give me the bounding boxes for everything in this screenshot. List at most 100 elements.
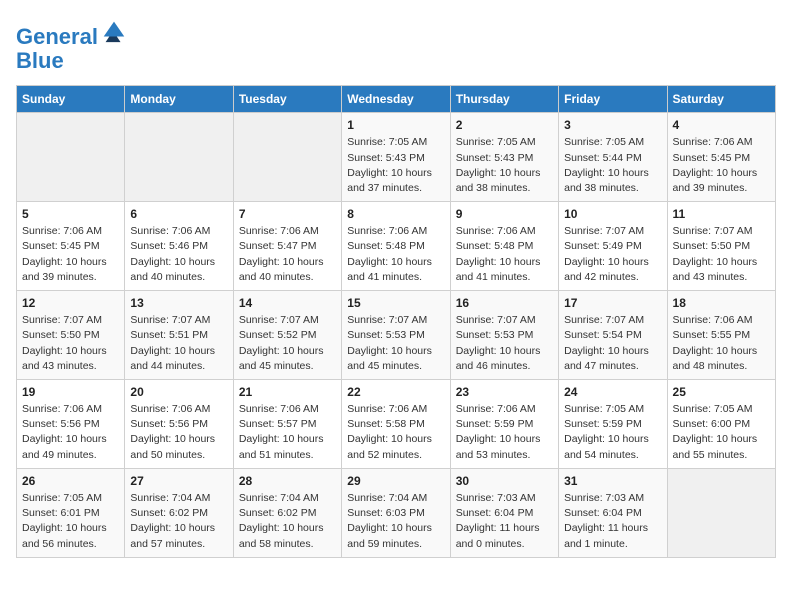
day-info: Sunrise: 7:05 AMSunset: 5:44 PMDaylight:… bbox=[564, 135, 661, 196]
calendar-cell: 10 Sunrise: 7:07 AMSunset: 5:49 PMDayligh… bbox=[559, 202, 667, 291]
day-info: Sunrise: 7:07 AMSunset: 5:51 PMDaylight:… bbox=[130, 313, 227, 374]
day-number: 5 bbox=[22, 207, 119, 221]
logo-text: GeneralBlue bbox=[16, 16, 128, 73]
day-number: 22 bbox=[347, 385, 444, 399]
weekday-header: Saturday bbox=[667, 86, 775, 113]
calendar-cell: 3 Sunrise: 7:05 AMSunset: 5:44 PMDaylight… bbox=[559, 113, 667, 202]
weekday-header: Thursday bbox=[450, 86, 558, 113]
weekday-header: Wednesday bbox=[342, 86, 450, 113]
calendar-cell: 26 Sunrise: 7:05 AMSunset: 6:01 PMDayligh… bbox=[17, 468, 125, 557]
day-info: Sunrise: 7:05 AMSunset: 5:43 PMDaylight:… bbox=[347, 135, 444, 196]
day-number: 7 bbox=[239, 207, 336, 221]
calendar-cell: 31 Sunrise: 7:03 AMSunset: 6:04 PMDayligh… bbox=[559, 468, 667, 557]
day-info: Sunrise: 7:06 AMSunset: 5:58 PMDaylight:… bbox=[347, 402, 444, 463]
calendar-cell: 16 Sunrise: 7:07 AMSunset: 5:53 PMDayligh… bbox=[450, 291, 558, 380]
calendar-cell: 25 Sunrise: 7:05 AMSunset: 6:00 PMDayligh… bbox=[667, 380, 775, 469]
day-number: 3 bbox=[564, 118, 661, 132]
day-number: 24 bbox=[564, 385, 661, 399]
day-info: Sunrise: 7:06 AMSunset: 5:47 PMDaylight:… bbox=[239, 224, 336, 285]
day-info: Sunrise: 7:05 AMSunset: 6:01 PMDaylight:… bbox=[22, 491, 119, 552]
day-number: 8 bbox=[347, 207, 444, 221]
day-info: Sunrise: 7:03 AMSunset: 6:04 PMDaylight:… bbox=[564, 491, 661, 552]
weekday-header: Tuesday bbox=[233, 86, 341, 113]
day-info: Sunrise: 7:06 AMSunset: 5:57 PMDaylight:… bbox=[239, 402, 336, 463]
calendar-cell: 2 Sunrise: 7:05 AMSunset: 5:43 PMDaylight… bbox=[450, 113, 558, 202]
calendar-cell: 17Sunrise: 7:07 AMSunset: 5:54 PMDayligh… bbox=[559, 291, 667, 380]
calendar-cell bbox=[667, 468, 775, 557]
weekday-header: Monday bbox=[125, 86, 233, 113]
day-number: 21 bbox=[239, 385, 336, 399]
day-info: Sunrise: 7:07 AMSunset: 5:53 PMDaylight:… bbox=[456, 313, 553, 374]
day-number: 12 bbox=[22, 296, 119, 310]
calendar-cell: 5 Sunrise: 7:06 AMSunset: 5:45 PMDaylight… bbox=[17, 202, 125, 291]
calendar-cell: 23 Sunrise: 7:06 AMSunset: 5:59 PMDayligh… bbox=[450, 380, 558, 469]
calendar-cell: 14Sunrise: 7:07 AMSunset: 5:52 PMDayligh… bbox=[233, 291, 341, 380]
calendar-cell: 24 Sunrise: 7:05 AMSunset: 5:59 PMDayligh… bbox=[559, 380, 667, 469]
calendar-cell: 13 Sunrise: 7:07 AMSunset: 5:51 PMDayligh… bbox=[125, 291, 233, 380]
day-number: 25 bbox=[673, 385, 770, 399]
day-info: Sunrise: 7:05 AMSunset: 5:43 PMDaylight:… bbox=[456, 135, 553, 196]
calendar-cell: 8 Sunrise: 7:06 AMSunset: 5:48 PMDaylight… bbox=[342, 202, 450, 291]
day-info: Sunrise: 7:07 AMSunset: 5:50 PMDaylight:… bbox=[673, 224, 770, 285]
day-info: Sunrise: 7:06 AMSunset: 5:48 PMDaylight:… bbox=[347, 224, 444, 285]
day-number: 18 bbox=[673, 296, 770, 310]
logo-icon bbox=[100, 16, 128, 44]
calendar-cell: 18 Sunrise: 7:06 AMSunset: 5:55 PMDayligh… bbox=[667, 291, 775, 380]
calendar-cell: 7 Sunrise: 7:06 AMSunset: 5:47 PMDaylight… bbox=[233, 202, 341, 291]
calendar-cell: 4Sunrise: 7:06 AMSunset: 5:45 PMDaylight… bbox=[667, 113, 775, 202]
day-number: 30 bbox=[456, 474, 553, 488]
day-info: Sunrise: 7:06 AMSunset: 5:59 PMDaylight:… bbox=[456, 402, 553, 463]
day-info: Sunrise: 7:06 AMSunset: 5:56 PMDaylight:… bbox=[22, 402, 119, 463]
day-number: 23 bbox=[456, 385, 553, 399]
calendar-cell: 6Sunrise: 7:06 AMSunset: 5:46 PMDaylight… bbox=[125, 202, 233, 291]
day-number: 19 bbox=[22, 385, 119, 399]
day-info: Sunrise: 7:06 AMSunset: 5:55 PMDaylight:… bbox=[673, 313, 770, 374]
calendar-cell: 19 Sunrise: 7:06 AMSunset: 5:56 PMDayligh… bbox=[17, 380, 125, 469]
calendar-cell: 22 Sunrise: 7:06 AMSunset: 5:58 PMDayligh… bbox=[342, 380, 450, 469]
day-info: Sunrise: 7:07 AMSunset: 5:49 PMDaylight:… bbox=[564, 224, 661, 285]
day-number: 29 bbox=[347, 474, 444, 488]
weekday-header: Friday bbox=[559, 86, 667, 113]
day-info: Sunrise: 7:05 AMSunset: 6:00 PMDaylight:… bbox=[673, 402, 770, 463]
day-number: 10 bbox=[564, 207, 661, 221]
day-number: 14 bbox=[239, 296, 336, 310]
calendar-cell: 15 Sunrise: 7:07 AMSunset: 5:53 PMDayligh… bbox=[342, 291, 450, 380]
day-info: Sunrise: 7:06 AMSunset: 5:45 PMDaylight:… bbox=[673, 135, 770, 196]
day-number: 20 bbox=[130, 385, 227, 399]
page-header: GeneralBlue bbox=[16, 16, 776, 73]
day-info: Sunrise: 7:04 AMSunset: 6:03 PMDaylight:… bbox=[347, 491, 444, 552]
day-number: 16 bbox=[456, 296, 553, 310]
day-number: 27 bbox=[130, 474, 227, 488]
day-info: Sunrise: 7:07 AMSunset: 5:53 PMDaylight:… bbox=[347, 313, 444, 374]
day-number: 26 bbox=[22, 474, 119, 488]
day-info: Sunrise: 7:04 AMSunset: 6:02 PMDaylight:… bbox=[239, 491, 336, 552]
day-info: Sunrise: 7:06 AMSunset: 5:45 PMDaylight:… bbox=[22, 224, 119, 285]
day-number: 2 bbox=[456, 118, 553, 132]
calendar-cell: 21 Sunrise: 7:06 AMSunset: 5:57 PMDayligh… bbox=[233, 380, 341, 469]
calendar-cell: 1 Sunrise: 7:05 AMSunset: 5:43 PMDaylight… bbox=[342, 113, 450, 202]
calendar-cell: 9 Sunrise: 7:06 AMSunset: 5:48 PMDaylight… bbox=[450, 202, 558, 291]
calendar-cell bbox=[233, 113, 341, 202]
day-info: Sunrise: 7:06 AMSunset: 5:48 PMDaylight:… bbox=[456, 224, 553, 285]
day-number: 17 bbox=[564, 296, 661, 310]
day-number: 28 bbox=[239, 474, 336, 488]
calendar-table: SundayMondayTuesdayWednesdayThursdayFrid… bbox=[16, 85, 776, 557]
calendar-cell: 20 Sunrise: 7:06 AMSunset: 5:56 PMDayligh… bbox=[125, 380, 233, 469]
day-number: 11 bbox=[673, 207, 770, 221]
calendar-cell: 30Sunrise: 7:03 AMSunset: 6:04 PMDayligh… bbox=[450, 468, 558, 557]
day-info: Sunrise: 7:06 AMSunset: 5:56 PMDaylight:… bbox=[130, 402, 227, 463]
day-number: 9 bbox=[456, 207, 553, 221]
weekday-header: Sunday bbox=[17, 86, 125, 113]
day-number: 13 bbox=[130, 296, 227, 310]
day-info: Sunrise: 7:05 AMSunset: 5:59 PMDaylight:… bbox=[564, 402, 661, 463]
day-number: 31 bbox=[564, 474, 661, 488]
day-number: 1 bbox=[347, 118, 444, 132]
day-info: Sunrise: 7:07 AMSunset: 5:50 PMDaylight:… bbox=[22, 313, 119, 374]
day-info: Sunrise: 7:06 AMSunset: 5:46 PMDaylight:… bbox=[130, 224, 227, 285]
calendar-cell bbox=[17, 113, 125, 202]
calendar-cell: 27 Sunrise: 7:04 AMSunset: 6:02 PMDayligh… bbox=[125, 468, 233, 557]
calendar-cell: 29 Sunrise: 7:04 AMSunset: 6:03 PMDayligh… bbox=[342, 468, 450, 557]
calendar-cell: 12 Sunrise: 7:07 AMSunset: 5:50 PMDayligh… bbox=[17, 291, 125, 380]
day-number: 15 bbox=[347, 296, 444, 310]
day-info: Sunrise: 7:04 AMSunset: 6:02 PMDaylight:… bbox=[130, 491, 227, 552]
